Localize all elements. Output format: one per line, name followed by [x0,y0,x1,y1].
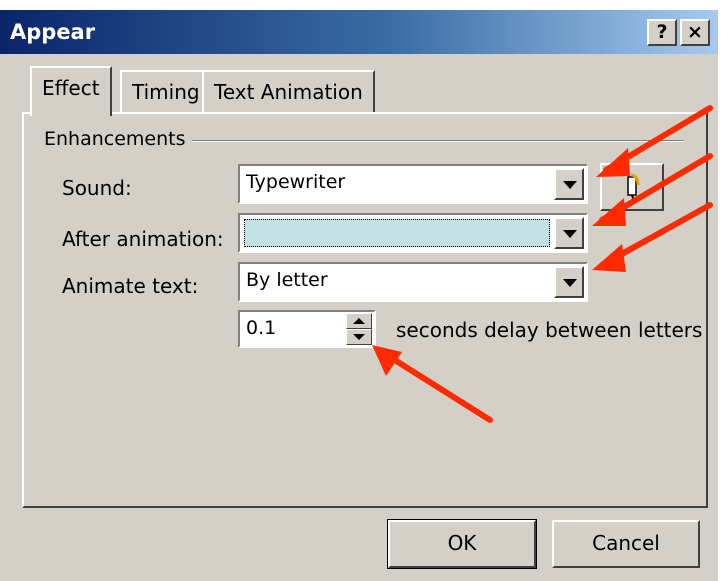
close-button[interactable]: × [680,19,710,46]
spin-down-icon[interactable] [346,329,372,345]
tab-effect[interactable]: Effect [30,66,112,116]
animate-text-dropdown-arrow-icon[interactable] [554,266,584,298]
after-animation-label: After animation: [62,227,224,251]
sound-label: Sound: [62,176,132,200]
sound-button[interactable] [600,163,664,211]
help-button[interactable]: ? [647,19,677,46]
animate-text-value: By letter [246,269,328,291]
enhancements-group-label: Enhancements [44,128,192,150]
animate-text-label: Animate text: [62,274,199,298]
after-animation-dropdown-arrow-icon[interactable] [554,217,584,249]
sound-dropdown-arrow-icon[interactable] [554,168,584,200]
delay-suffix-label: seconds delay between letters [396,318,703,342]
delay-spinner[interactable]: 0.1 [238,310,376,348]
spin-up-icon[interactable] [346,313,372,329]
speaker-icon [627,173,640,202]
cancel-button[interactable]: Cancel [552,520,700,568]
ok-button[interactable]: OK [387,519,537,569]
tab-timing[interactable]: Timing [120,70,212,114]
animate-text-dropdown[interactable]: By letter [238,262,588,302]
after-animation-dropdown[interactable] [238,213,588,253]
after-animation-value [244,219,550,247]
sound-dropdown[interactable]: Typewriter [238,164,588,204]
title-bar: Appear ? × [0,10,718,54]
sound-value: Typewriter [246,171,346,193]
delay-value: 0.1 [246,317,277,339]
tab-text-animation[interactable]: Text Animation [202,70,375,114]
dialog-title: Appear [10,20,96,44]
